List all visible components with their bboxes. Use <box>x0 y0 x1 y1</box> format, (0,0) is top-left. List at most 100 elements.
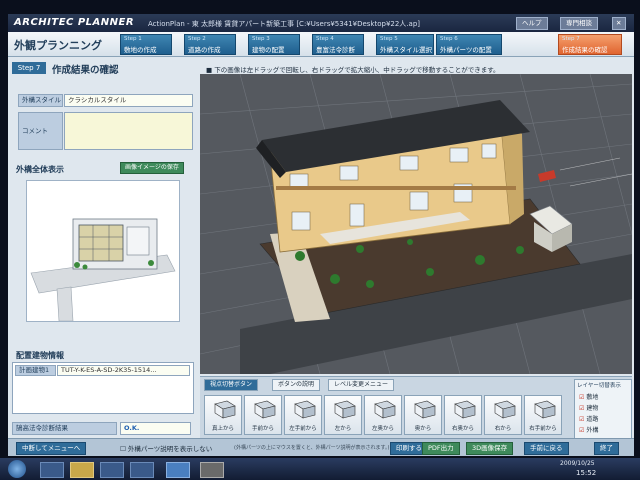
step-number: Step 3 <box>252 36 270 42</box>
cube-icon <box>294 400 316 419</box>
hint-text: (外構パーツの上にマウスを置くと、外構パーツ説明が表示されます。) <box>234 445 390 451</box>
tab-step-3[interactable]: Step 3 建物の配置 <box>248 34 300 55</box>
camera-front-button[interactable]: 手前から <box>244 395 282 435</box>
step-label: 外構パーツの配置 <box>440 46 492 54</box>
cube-icon <box>214 400 236 419</box>
finish-button[interactable]: 終了 <box>594 442 619 455</box>
layer-toggle-panel: レイヤー切替表示 ☑ 敷地 ☑ 建物 ☑ 道路 ☑ 外構 <box>574 379 632 439</box>
tab-step-2[interactable]: Step 2 道路の作成 <box>184 34 236 55</box>
close-icon[interactable]: ✕ <box>612 17 626 30</box>
save-image-label: 画像イメージの保存 <box>125 164 179 171</box>
taskbar-app-icon[interactable] <box>100 462 124 478</box>
building-info-table: 計画建物1 TUT-Y-K-ES-A-SD-2K35-1514... <box>12 362 194 414</box>
diag-label: 鵠高法令診断結果 <box>12 422 117 435</box>
camera-right-button[interactable]: 右から <box>484 395 522 435</box>
tab-step-1[interactable]: Step 1 敷地の作成 <box>120 34 172 55</box>
camera-label: 右手前から <box>529 426 557 432</box>
checkbox-label: 外構パーツ説明を表示しない <box>127 445 213 453</box>
step-number: Step 4 <box>316 36 334 42</box>
page-title: 外観プランニング <box>14 39 102 52</box>
tab-view-switch[interactable]: 視点切替ボタン <box>204 379 259 391</box>
camera-right-front-button[interactable]: 右手前から <box>524 395 562 435</box>
layer-label: 道路 <box>586 416 599 423</box>
prev-button[interactable]: 手前に戻る <box>524 442 569 455</box>
layer-site-toggle[interactable]: ☑ 敷地 <box>579 392 598 401</box>
style-value: クラシカルスタイル <box>64 94 193 107</box>
diag-result: O.K. <box>120 422 191 435</box>
tab-level-menu[interactable]: レベル変更メニュー <box>328 379 395 391</box>
taskbar-app-icon[interactable] <box>166 462 190 478</box>
camera-label: 左奥から <box>371 426 394 432</box>
step-header: Step 7 作成結果の確認 <box>12 60 192 76</box>
tab-step-4[interactable]: Step 4 豊富法令診断 <box>312 34 364 55</box>
comment-field[interactable] <box>64 112 193 150</box>
pdf-button[interactable]: PDF出力 <box>422 442 460 455</box>
taskbar-app-icon[interactable] <box>40 462 64 478</box>
step-number: Step 1 <box>124 36 142 42</box>
back-to-menu-button[interactable]: 中断してメニューへ <box>16 442 87 455</box>
camera-label: 左から <box>334 426 352 432</box>
step-label: 敷地の作成 <box>124 46 157 54</box>
site-overview-map[interactable] <box>26 180 180 322</box>
camera-left-front-button[interactable]: 左手前から <box>284 395 322 435</box>
cube-icon <box>374 400 396 419</box>
save-3d-button[interactable]: 3D画像保存 <box>466 442 514 455</box>
step-number: Step 2 <box>188 36 206 42</box>
start-button[interactable] <box>8 460 26 478</box>
parts-help-checkbox[interactable]: ☐ 外構パーツ説明を表示しない <box>120 443 212 453</box>
3d-scene <box>200 74 632 374</box>
step-badge: Step 7 <box>12 62 46 74</box>
step-label: 豊富法令診断 <box>316 46 355 54</box>
layer-building-toggle[interactable]: ☑ 建物 <box>579 403 598 412</box>
camera-panel: 視点切替ボタン ボタンの説明 レベル変更メニュー 真上から 手前から 左手前から… <box>200 376 632 439</box>
camera-label: 手前から <box>251 426 274 432</box>
camera-top-button[interactable]: 真上から <box>204 395 242 435</box>
cube-icon <box>334 400 356 419</box>
support-button[interactable]: 専門相談 <box>560 17 598 30</box>
camera-left-back-button[interactable]: 左奥から <box>364 395 402 435</box>
step-label: 道路の作成 <box>188 46 221 54</box>
camera-label: 左手前から <box>289 426 317 432</box>
plan-label: 計画建物1 <box>15 365 56 376</box>
cube-icon <box>414 400 436 419</box>
tab-step-5[interactable]: Step 5 外構スタイル選択 <box>376 34 434 55</box>
taskbar-app-icon[interactable] <box>200 462 224 478</box>
info-title: 配置建物情報 <box>16 351 64 360</box>
title-bar: ARCHITEC PLANNER ActionPlan - 東 太郎様 賃貸アパ… <box>8 14 634 32</box>
app-window: ARCHITEC PLANNER ActionPlan - 東 太郎様 賃貸アパ… <box>8 14 634 456</box>
cube-icon <box>494 400 516 419</box>
taskbar-app-icon[interactable] <box>130 462 154 478</box>
folder-icon[interactable] <box>70 462 94 478</box>
3d-viewport[interactable] <box>200 74 632 374</box>
plan-value: TUT-Y-K-ES-A-SD-2K35-1514... <box>57 365 190 376</box>
tab-step-7[interactable]: Step 7 作成結果の確認 <box>558 34 622 55</box>
cube-icon <box>454 400 476 419</box>
step-title: 作成結果の確認 <box>52 65 119 76</box>
layer-title: レイヤー切替表示 <box>577 383 621 389</box>
camera-back-button[interactable]: 奥から <box>404 395 442 435</box>
help-button[interactable]: ヘルプ <box>516 17 548 30</box>
camera-label: 右奥から <box>451 426 474 432</box>
step-label: 作成結果の確認 <box>562 46 608 54</box>
cube-icon <box>534 400 556 419</box>
overview-title: 外構全体表示 <box>16 165 64 174</box>
camera-right-back-button[interactable]: 右奥から <box>444 395 482 435</box>
layer-label: 外構 <box>586 427 599 434</box>
step-number: Step 7 <box>562 36 580 42</box>
tab-step-6[interactable]: Step 6 外構パーツの配置 <box>436 34 502 55</box>
left-panel: Step 7 作成結果の確認 外構スタイル クラシカルスタイル コメント 外構全… <box>12 60 194 456</box>
taskbar: 2009/10/25 15:52 <box>0 458 640 480</box>
layer-road-toggle[interactable]: ☑ 道路 <box>579 414 598 423</box>
step-label: 建物の配置 <box>252 46 285 54</box>
window-title: ActionPlan - 東 太郎様 賃貸アパート新築工事 [C:¥Users¥… <box>148 20 420 28</box>
site-plan-drawing <box>27 181 179 322</box>
step-number: Step 5 <box>380 36 398 42</box>
step-label: 外構スタイル選択 <box>380 46 432 54</box>
camera-label: 右から <box>494 426 512 432</box>
save-image-button[interactable]: 画像イメージの保存 <box>120 162 184 174</box>
layer-exterior-toggle[interactable]: ☑ 外構 <box>579 425 598 434</box>
camera-label: 真上から <box>211 426 234 432</box>
view-instructions: ■ 下の画像は左ドラッグで回転し、右ドラッグで拡大縮小、中ドラッグで移動すること… <box>206 66 500 74</box>
tab-button-help[interactable]: ボタンの説明 <box>272 379 321 391</box>
camera-left-button[interactable]: 左から <box>324 395 362 435</box>
